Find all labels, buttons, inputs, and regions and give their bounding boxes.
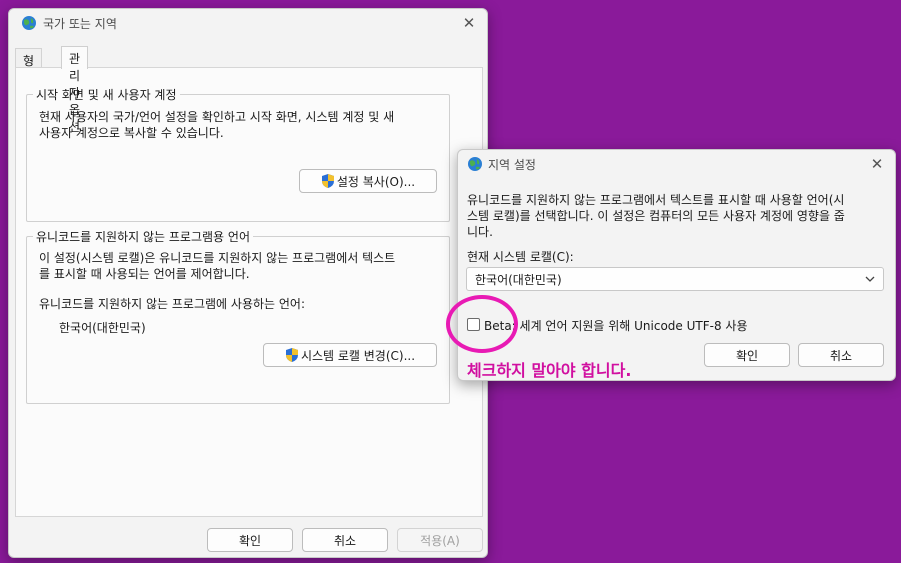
annotation-text: 체크하지 말아야 합니다. [467, 361, 632, 380]
locale-label: 현재 시스템 로캘(C): [467, 250, 574, 264]
change-system-locale-button[interactable]: 시스템 로캘 변경(C)... [263, 343, 437, 367]
highlight-circle [446, 295, 518, 353]
close-icon[interactable]: ✕ [459, 13, 479, 33]
region-settings-dialog: 지역 설정 ✕ 유니코드를 지원하지 않는 프로그램에서 텍스트를 표시할 때 … [457, 149, 896, 381]
system-locale-value: 한국어(대한민국) [475, 272, 562, 287]
dialog-desc-line3: 니다. [467, 225, 493, 239]
region-window: 국가 또는 지역 ✕ 형식 관리자 옵션 시작 화면 및 새 사용자 계정 현재… [8, 8, 488, 558]
globe-icon [468, 157, 482, 171]
dialog-desc-line2: 스템 로캘)를 선택합니다. 이 설정은 컴퓨터의 모든 사용자 계정에 영향을… [467, 209, 845, 223]
dialog-description: 유니코드를 지원하지 않는 프로그램에서 텍스트를 표시할 때 사용할 언어(시… [467, 192, 845, 240]
cancel-button[interactable]: 취소 [302, 528, 388, 552]
dialog-ok-button[interactable]: 확인 [704, 343, 790, 367]
non-unicode-desc-line2: 를 표시할 때 사용되는 언어를 제어합니다. [39, 267, 250, 281]
current-language-label: 유니코드를 지원하지 않는 프로그램에 사용하는 언어: [39, 297, 305, 311]
chevron-down-icon [865, 276, 875, 282]
welcome-desc-line2: 사용자 계정으로 복사할 수 있습니다. [39, 126, 224, 140]
dialog-desc-line1: 유니코드를 지원하지 않는 프로그램에서 텍스트를 표시할 때 사용할 언어(시 [467, 193, 845, 207]
welcome-desc-line1: 현재 사용자의 국가/언어 설정을 확인하고 시작 화면, 시스템 계정 및 새 [39, 110, 395, 124]
shield-icon [285, 348, 298, 362]
dialog-titlebar[interactable]: 지역 설정 ✕ [458, 150, 895, 178]
non-unicode-group-legend: 유니코드를 지원하지 않는 프로그램용 언어 [33, 228, 253, 245]
welcome-group-legend: 시작 화면 및 새 사용자 계정 [33, 86, 180, 103]
system-locale-select[interactable]: 한국어(대한민국) [466, 267, 884, 291]
welcome-screen-group: 시작 화면 및 새 사용자 계정 현재 사용자의 국가/언어 설정을 확인하고 … [26, 86, 450, 222]
non-unicode-desc-line1: 이 설정(시스템 로캘)은 유니코드를 지원하지 않는 프로그램에서 텍스트 [39, 251, 396, 265]
globe-icon [22, 16, 36, 30]
change-system-locale-label: 시스템 로캘 변경(C)... [300, 348, 416, 363]
admin-tab-panel: 시작 화면 및 새 사용자 계정 현재 사용자의 국가/언어 설정을 확인하고 … [15, 67, 483, 517]
ok-button[interactable]: 확인 [207, 528, 293, 552]
welcome-group-desc: 현재 사용자의 국가/언어 설정을 확인하고 시작 화면, 시스템 계정 및 새… [39, 109, 394, 141]
dialog-title: 지역 설정 [488, 158, 536, 172]
current-language-value: 한국어(대한민국) [59, 321, 146, 335]
tab-formats[interactable]: 형식 [15, 48, 43, 85]
copy-settings-label: 설정 복사(O)... [336, 174, 416, 189]
non-unicode-desc: 이 설정(시스템 로캘)은 유니코드를 지원하지 않는 프로그램에서 텍스트 를… [39, 250, 395, 282]
tab-administrative[interactable]: 관리자 옵션 [61, 46, 89, 134]
apply-button[interactable]: 적용(A) [397, 528, 483, 552]
copy-settings-button[interactable]: 설정 복사(O)... [299, 169, 437, 193]
titlebar[interactable]: 국가 또는 지역 ✕ [9, 9, 487, 37]
non-unicode-group: 유니코드를 지원하지 않는 프로그램용 언어 이 설정(시스템 로캘)은 유니코… [26, 228, 450, 404]
close-icon[interactable]: ✕ [867, 154, 887, 174]
dialog-cancel-button[interactable]: 취소 [798, 343, 884, 367]
beta-utf8-label[interactable]: Beta: 세계 언어 지원을 위해 Unicode UTF-8 사용 [484, 317, 748, 334]
shield-icon [321, 174, 334, 188]
window-title: 국가 또는 지역 [43, 17, 117, 31]
